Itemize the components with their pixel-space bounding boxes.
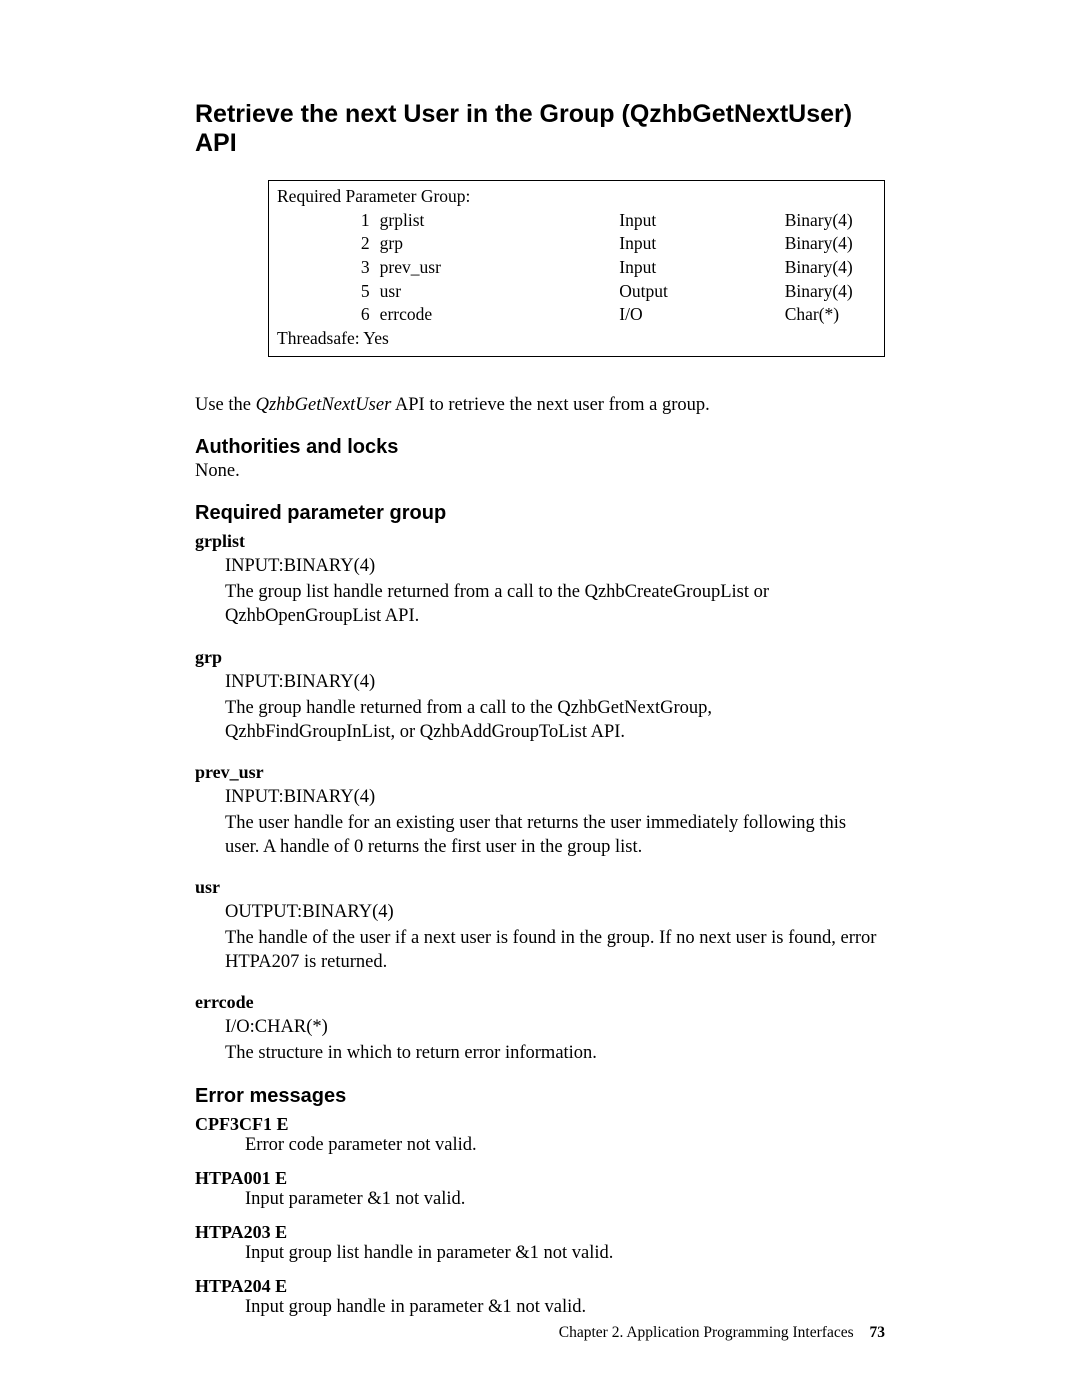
error-msg: Input group handle in parameter &1 not v… [245, 1297, 885, 1318]
param-desc: The group handle returned from a call to… [225, 696, 885, 744]
param-name: usr [380, 280, 620, 304]
authorities-body: None. [195, 461, 885, 482]
section-error-messages: Error messages [195, 1085, 885, 1108]
param-type: Binary(4) [785, 280, 876, 304]
table-row: 6 errcode I/O Char(*) [277, 303, 876, 327]
param-type: Binary(4) [785, 256, 876, 280]
footer-page-number: 73 [870, 1324, 886, 1341]
param-type-line: I/O:CHAR(*) [225, 1015, 885, 1039]
param-type: Binary(4) [785, 209, 876, 233]
error-code: HTPA204 E [195, 1276, 885, 1297]
param-def: usr OUTPUT:BINARY(4) The handle of the u… [195, 877, 885, 974]
footer-chapter: Chapter 2. Application Programming Inter… [559, 1324, 854, 1341]
table-row: 2 grp Input Binary(4) [277, 232, 876, 256]
table-row: 5 usr Output Binary(4) [277, 280, 876, 304]
page-title: Retrieve the next User in the Group (Qzh… [195, 100, 885, 158]
param-def: grplist INPUT:BINARY(4) The group list h… [195, 531, 885, 628]
param-type-line: INPUT:BINARY(4) [225, 554, 885, 578]
parameter-group-box: Required Parameter Group: 1 grplist Inpu… [268, 180, 885, 357]
param-num: 5 [277, 280, 380, 304]
param-name: errcode [380, 303, 620, 327]
param-table: 1 grplist Input Binary(4) 2 grp Input Bi… [277, 209, 876, 327]
param-num: 3 [277, 256, 380, 280]
error-msg: Input parameter &1 not valid. [245, 1189, 885, 1210]
intro-api-name: QzhbGetNextUser [256, 395, 392, 415]
param-desc: The group list handle returned from a ca… [225, 580, 885, 628]
intro-pre: Use the [195, 395, 256, 415]
table-row: 3 prev_usr Input Binary(4) [277, 256, 876, 280]
param-def: errcode I/O:CHAR(*) The structure in whi… [195, 992, 885, 1065]
error-entry: HTPA204 E Input group handle in paramete… [195, 1276, 885, 1318]
param-name: grp [380, 232, 620, 256]
intro-paragraph: Use the QzhbGetNextUser API to retrieve … [195, 395, 885, 416]
error-code: HTPA203 E [195, 1222, 885, 1243]
threadsafe-line: Threadsafe: Yes [277, 327, 876, 351]
param-box-header: Required Parameter Group: [277, 185, 876, 209]
param-io: Input [619, 232, 784, 256]
param-type-line: INPUT:BINARY(4) [225, 785, 885, 809]
param-num: 6 [277, 303, 380, 327]
table-row: 1 grplist Input Binary(4) [277, 209, 876, 233]
param-type: Binary(4) [785, 232, 876, 256]
param-num: 1 [277, 209, 380, 233]
error-entry: CPF3CF1 E Error code parameter not valid… [195, 1114, 885, 1156]
error-msg: Error code parameter not valid. [245, 1135, 885, 1156]
param-io: Input [619, 209, 784, 233]
section-required-params: Required parameter group [195, 502, 885, 525]
param-io: I/O [619, 303, 784, 327]
param-term: grplist [195, 531, 885, 552]
param-term: usr [195, 877, 885, 898]
param-term: prev_usr [195, 762, 885, 783]
param-desc: The handle of the user if a next user is… [225, 926, 885, 974]
error-entry: HTPA203 E Input group list handle in par… [195, 1222, 885, 1264]
param-term: grp [195, 647, 885, 668]
page-footer: Chapter 2. Application Programming Inter… [559, 1324, 885, 1342]
section-authorities: Authorities and locks [195, 436, 885, 459]
param-type-line: OUTPUT:BINARY(4) [225, 900, 885, 924]
param-name: prev_usr [380, 256, 620, 280]
param-type-line: INPUT:BINARY(4) [225, 670, 885, 694]
error-msg: Input group list handle in parameter &1 … [245, 1243, 885, 1264]
param-type: Char(*) [785, 303, 876, 327]
param-def: prev_usr INPUT:BINARY(4) The user handle… [195, 762, 885, 859]
param-io: Output [619, 280, 784, 304]
param-io: Input [619, 256, 784, 280]
param-num: 2 [277, 232, 380, 256]
error-code: CPF3CF1 E [195, 1114, 885, 1135]
intro-post: API to retrieve the next user from a gro… [391, 395, 710, 415]
document-page: Retrieve the next User in the Group (Qzh… [0, 0, 1080, 1390]
param-term: errcode [195, 992, 885, 1013]
param-desc: The user handle for an existing user tha… [225, 811, 885, 859]
error-entry: HTPA001 E Input parameter &1 not valid. [195, 1168, 885, 1210]
param-name: grplist [380, 209, 620, 233]
param-def: grp INPUT:BINARY(4) The group handle ret… [195, 647, 885, 744]
param-desc: The structure in which to return error i… [225, 1041, 885, 1065]
error-code: HTPA001 E [195, 1168, 885, 1189]
